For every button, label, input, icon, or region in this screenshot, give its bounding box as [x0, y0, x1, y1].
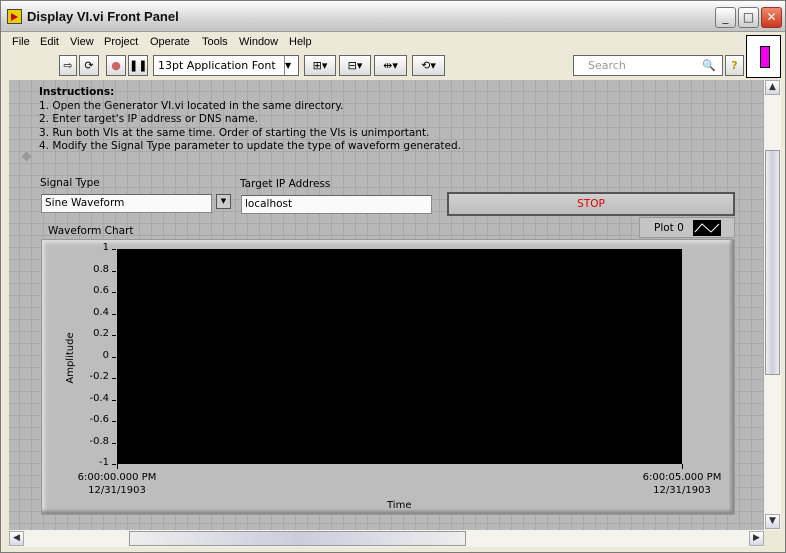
signal-type-dropdown-icon[interactable]: ▼ — [216, 194, 231, 209]
y-tick-label: 0.2 — [93, 328, 109, 339]
instructions-heading: Instructions: — [39, 86, 115, 98]
horizontal-scrollbar[interactable]: ◀ ▶ — [9, 530, 764, 547]
legend-label: Plot 0 — [654, 222, 684, 234]
menu-bar: File Edit View Project Operate Tools Win… — [9, 33, 745, 52]
stop-button[interactable]: STOP — [447, 192, 735, 216]
menu-view[interactable]: View — [70, 36, 94, 48]
context-help-button[interactable]: ? — [725, 55, 744, 76]
instructions: Instructions: 1. Open the Generator VI.v… — [39, 86, 461, 154]
y-tick-label: 0 — [102, 349, 109, 361]
front-panel: Instructions: 1. Open the Generator VI.v… — [9, 80, 764, 530]
y-tick-label: -0.2 — [89, 371, 109, 382]
menu-operate[interactable]: Operate — [150, 36, 190, 48]
x-axis-label: Time — [387, 500, 412, 511]
labview-vi-icon — [7, 9, 22, 24]
y-tick-mark — [112, 335, 116, 336]
x-tick-label: 6:00:00.000 PM 12/31/1903 — [77, 472, 157, 496]
y-tick-mark — [112, 464, 116, 465]
chevron-down-icon: ▼ — [284, 56, 298, 75]
instruction-line: 3. Run both VIs at the same time. Order … — [39, 126, 430, 139]
pause-icon[interactable]: ❚❚ — [128, 55, 148, 76]
target-ip-label: Target IP Address — [240, 178, 331, 190]
menu-help[interactable]: Help — [289, 36, 312, 48]
plot-area[interactable] — [117, 249, 682, 464]
font-select-value: 13pt Application Font — [158, 59, 276, 72]
reorder-icon[interactable]: ⟲▾ — [412, 55, 445, 76]
y-tick-label: 0.6 — [93, 285, 109, 296]
font-select[interactable]: 13pt Application Font ▼ — [153, 55, 299, 76]
y-axis-label: Amplitude — [65, 332, 76, 384]
menu-project[interactable]: Project — [104, 36, 138, 48]
vertical-scroll-thumb[interactable] — [765, 150, 780, 375]
y-tick-label: 0.8 — [93, 263, 109, 275]
chart-title: Waveform Chart — [48, 225, 134, 237]
abort-icon[interactable]: ● — [106, 55, 126, 76]
distribute-objects-icon[interactable]: ⊟▾ — [339, 55, 371, 76]
y-tick-label: 1 — [102, 242, 109, 253]
window-title: Display VI.vi Front Panel — [27, 9, 179, 24]
scroll-up-icon[interactable]: ▲ — [765, 80, 780, 95]
menu-window[interactable]: Window — [239, 36, 278, 48]
vi-connector-icon — [746, 35, 781, 78]
y-tick-label: -0.6 — [89, 414, 109, 425]
signal-type-label: Signal Type — [40, 177, 100, 189]
y-tick-mark — [112, 249, 116, 250]
toolbar: ⇨ ⟳ ● ❚❚ 13pt Application Font ▼ ⊞▾ ⊟▾ ⇹▾… — [9, 53, 745, 79]
search-input[interactable]: Search 🔍 — [573, 55, 723, 76]
scroll-right-icon[interactable]: ▶ — [749, 531, 764, 546]
search-placeholder: Search — [588, 59, 626, 72]
target-ip-input[interactable]: localhost — [241, 195, 432, 214]
x-tick-label: 6:00:05.000 PM 12/31/1903 — [642, 472, 722, 496]
instruction-line: 4. Modify the Signal Type parameter to u… — [39, 140, 461, 152]
menu-file[interactable]: File — [12, 36, 30, 48]
close-button[interactable]: ✕ — [761, 7, 782, 28]
run-continuously-icon[interactable]: ⟳ — [79, 55, 99, 76]
minimize-button[interactable]: _ — [715, 7, 736, 28]
window: Display VI.vi Front Panel _ □ ✕ File Edi… — [0, 0, 786, 553]
x-tick-mark — [682, 464, 683, 469]
y-tick-label: -0.8 — [89, 435, 109, 447]
signal-type-ring[interactable]: Sine Waveform — [41, 194, 212, 213]
menu-tools[interactable]: Tools — [202, 36, 228, 48]
y-tick-mark — [112, 421, 116, 422]
scroll-left-icon[interactable]: ◀ — [9, 531, 24, 546]
y-tick-mark — [112, 378, 116, 379]
instruction-line: 2. Enter target's IP address or DNS name… — [39, 113, 258, 125]
vertical-scrollbar[interactable]: ▲ ▼ — [764, 80, 781, 530]
y-tick-label: -1 — [99, 457, 109, 468]
maximize-button[interactable]: □ — [738, 7, 759, 28]
instruction-line: 1. Open the Generator VI.vi located in t… — [39, 99, 344, 112]
legend-line-icon — [693, 220, 721, 236]
run-arrow-icon[interactable]: ⇨ — [59, 55, 77, 76]
y-tick-mark — [112, 442, 116, 444]
search-icon: 🔍 — [702, 59, 716, 72]
y-tick-label: 0.4 — [93, 306, 109, 318]
plot-legend[interactable]: Plot 0 — [639, 217, 735, 238]
y-tick-mark — [112, 292, 116, 293]
menu-edit[interactable]: Edit — [40, 36, 59, 48]
y-tick-mark — [112, 270, 116, 272]
x-tick-mark — [117, 464, 118, 469]
y-tick-mark — [112, 399, 116, 401]
resize-objects-icon[interactable]: ⇹▾ — [374, 55, 407, 76]
anchor-icon — [21, 151, 32, 162]
horizontal-scroll-thumb[interactable] — [129, 531, 466, 546]
y-tick-mark — [112, 313, 116, 315]
scroll-down-icon[interactable]: ▼ — [765, 514, 780, 529]
y-tick-mark — [112, 356, 116, 358]
y-tick-label: -0.4 — [89, 392, 109, 404]
title-bar: Display VI.vi Front Panel _ □ ✕ — [1, 1, 785, 32]
align-objects-icon[interactable]: ⊞▾ — [304, 55, 336, 76]
